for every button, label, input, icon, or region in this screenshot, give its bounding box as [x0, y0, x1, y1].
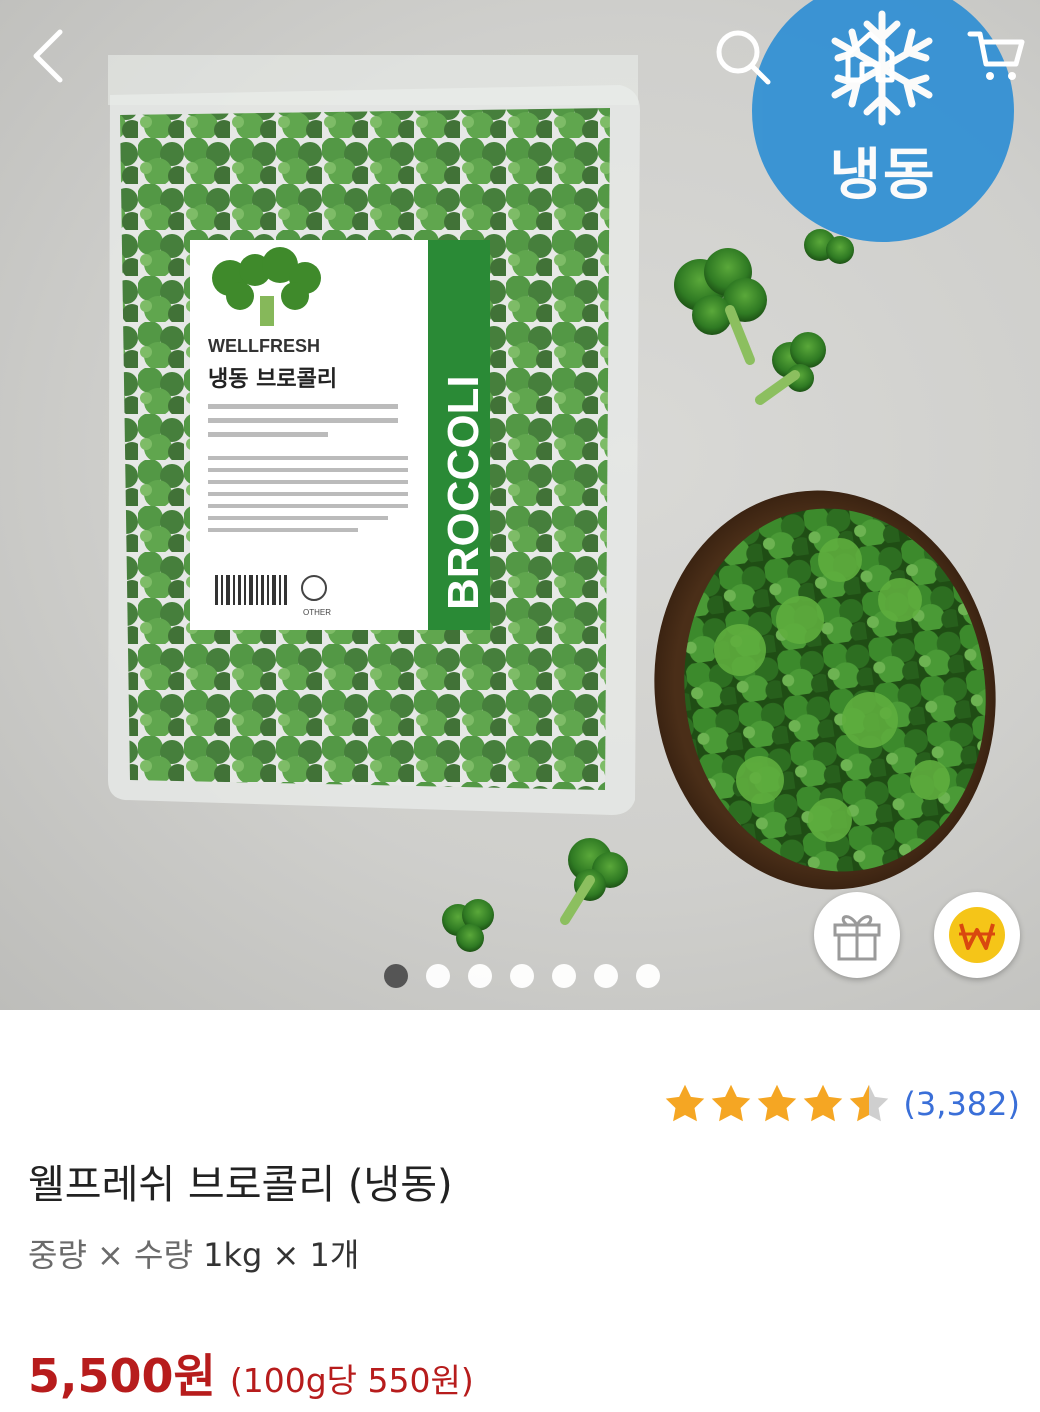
- product-spec: 중량 × 수량 1kg × 1개: [28, 1230, 359, 1276]
- review-count-link[interactable]: (3,382): [903, 1085, 1020, 1123]
- chevron-left-icon: [33, 29, 63, 83]
- cart-icon: [967, 31, 1025, 80]
- rating[interactable]: (3,382): [663, 1082, 1020, 1126]
- spec-label: 중량 × 수량: [28, 1236, 193, 1274]
- product-image-carousel[interactable]: WELLFRESH 냉동 브로콜리 OTHER BROCCOLI 냉동: [0, 0, 1040, 1010]
- star-icon: [712, 1084, 751, 1122]
- carousel-dot[interactable]: [468, 964, 492, 988]
- carousel-indicator[interactable]: [384, 964, 660, 988]
- star-icon: [804, 1084, 843, 1122]
- gift-icon: [833, 915, 881, 961]
- gift-button[interactable]: [814, 892, 900, 978]
- back-button[interactable]: [12, 20, 84, 92]
- cart-button[interactable]: [960, 20, 1032, 92]
- product-title: 웰프레쉬 브로콜리 (냉동): [28, 1162, 453, 1208]
- carousel-dot[interactable]: [594, 964, 618, 988]
- svg-text:OTHER: OTHER: [303, 608, 331, 617]
- unit-price: (100g당 550원): [229, 1361, 474, 1400]
- carousel-dot[interactable]: [426, 964, 450, 988]
- home-button[interactable]: [834, 20, 906, 92]
- carousel-dot[interactable]: [510, 964, 534, 988]
- carousel-dot[interactable]: [384, 964, 408, 988]
- reward-button[interactable]: [934, 892, 1020, 978]
- price-row: 5,500원 (100g당 550원): [28, 1340, 474, 1406]
- carousel-dot[interactable]: [552, 964, 576, 988]
- carousel-dot[interactable]: [636, 964, 660, 988]
- search-icon: [716, 30, 771, 85]
- home-icon: [845, 31, 895, 83]
- svg-text:BROCCOLI: BROCCOLI: [439, 375, 488, 610]
- star-icon: [758, 1084, 797, 1122]
- star-icon: [666, 1084, 705, 1122]
- price: 5,500원: [28, 1349, 216, 1403]
- search-button[interactable]: [706, 20, 778, 92]
- won-coin-icon: [949, 907, 1005, 963]
- svg-text:WELLFRESH: WELLFRESH: [208, 336, 320, 356]
- frozen-badge-label: 냉동: [829, 143, 937, 208]
- spec-value: 1kg × 1개: [203, 1236, 360, 1274]
- star-half-icon: [850, 1084, 889, 1122]
- svg-text:냉동 브로콜리: 냉동 브로콜리: [208, 367, 337, 392]
